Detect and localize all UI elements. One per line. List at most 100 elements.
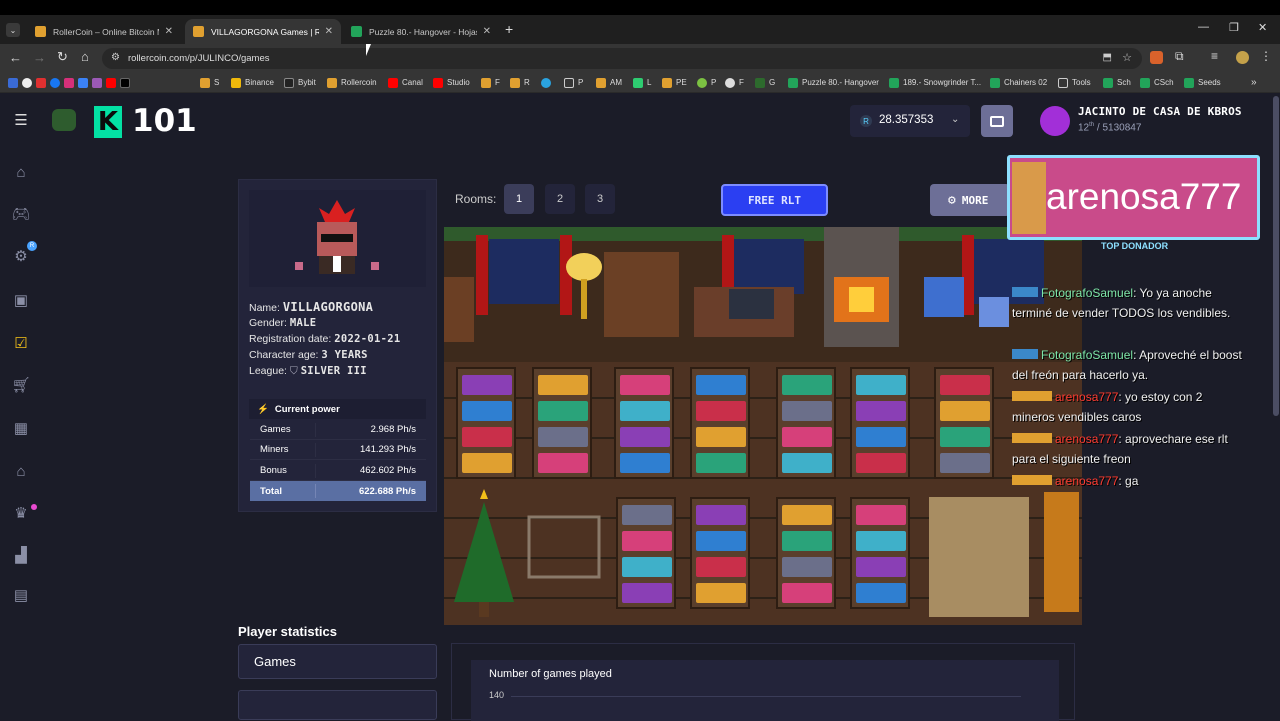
miner-rack-6[interactable] [850,367,910,479]
miner-unit[interactable] [782,505,832,525]
user-avatar[interactable] [1040,106,1070,136]
bookmark-folder-p[interactable]: P [564,76,583,89]
miner-unit[interactable] [782,557,832,577]
cart-icon[interactable]: 🛒︎ [11,376,30,394]
miner-unit[interactable] [782,427,832,447]
miner-unit[interactable] [782,531,832,551]
miner-rack-7[interactable] [934,367,994,479]
miner-unit[interactable] [622,557,672,577]
stats-next-tab[interactable] [238,690,437,720]
miner-unit[interactable] [622,531,672,551]
bookmark-pe[interactable]: PE [662,76,687,89]
username[interactable]: JACINTO DE CASA DE KBROS [1078,105,1242,118]
miner-unit[interactable] [462,427,512,447]
bookmark-telegram[interactable] [541,76,555,89]
miner-unit[interactable] [538,375,588,395]
menu-icon[interactable]: ⋮ [1260,49,1272,63]
bookmark-3-icon[interactable] [36,77,46,88]
miner-unit[interactable] [462,401,512,421]
miner-unit[interactable] [538,427,588,447]
miner-unit[interactable] [782,375,832,395]
bookmark-seeds[interactable]: Seeds [1184,76,1221,89]
miner-unit[interactable] [856,427,906,447]
room-2-button[interactable]: 2 [545,184,575,214]
miner-unit[interactable] [856,453,906,473]
miner-rack-8[interactable] [616,497,676,609]
miner-rack-3[interactable] [614,367,674,479]
bookmark-rollercoin[interactable]: Rollercoin [327,76,377,89]
restore-icon[interactable]: ❐ [1229,21,1239,34]
miner-unit[interactable] [856,557,906,577]
media-icon[interactable]: ≡ [1211,49,1218,63]
miner-unit[interactable] [538,401,588,421]
miner-unit[interactable] [620,375,670,395]
url-field[interactable]: ⚙ rollercoin.com/p/JULINCO/games ⬒ ☆ [102,48,1142,69]
miner-unit[interactable] [782,583,832,603]
home-icon[interactable]: ⌂ [12,163,30,181]
bookmark-csch[interactable]: CSch [1140,76,1174,89]
miner-unit[interactable] [696,583,746,603]
bookmark-snowgrinder[interactable]: 189.- Snowgrinder T... [889,76,981,89]
miner-unit[interactable] [696,453,746,473]
trophy-icon[interactable]: ♛ [12,504,30,522]
room-3-button[interactable]: 3 [585,184,615,214]
miner-rack-2[interactable] [532,367,592,479]
tab-puzzle-hangover[interactable]: Puzzle 80.- Hangover - Hojas de ✕ [343,19,499,44]
miner-unit[interactable] [696,375,746,395]
new-tab-button[interactable]: + [505,21,513,37]
games-tab[interactable]: Games [238,644,437,679]
miner-rack-1[interactable] [456,367,516,479]
miner-unit[interactable] [940,427,990,447]
extension-fox-icon[interactable] [1150,51,1163,64]
miner-unit[interactable] [782,401,832,421]
bookmark-s[interactable]: S [200,76,219,89]
instagram-icon[interactable] [64,77,74,88]
bookmark-chainers[interactable]: Chainers 02 [990,76,1047,89]
extensions-icon[interactable]: ⧉ [1175,49,1184,64]
bookmark-1-icon[interactable] [8,77,18,88]
bookmark-f2[interactable]: F [725,76,744,89]
gamepad-icon[interactable]: 🎮︎ [11,205,30,223]
reload-icon[interactable]: ↻ [57,49,68,65]
page-scrollbar[interactable] [1273,96,1279,416]
bookmark-tools[interactable]: Tools [1058,76,1091,89]
miner-unit[interactable] [940,401,990,421]
miner-unit[interactable] [696,401,746,421]
free-rlt-button[interactable]: FREE RLT [721,184,828,216]
bookmark-2-icon[interactable] [22,77,32,88]
miner-unit[interactable] [856,375,906,395]
miner-unit[interactable] [696,427,746,447]
home-icon[interactable]: ⌂ [81,49,89,64]
room-1-button[interactable]: 1 [504,184,534,214]
bookmark-p2[interactable]: P [697,76,716,89]
miner-unit[interactable] [622,505,672,525]
miner-rack-4[interactable] [690,367,750,479]
close-tab-icon[interactable]: ✕ [483,26,491,37]
factory-icon[interactable]: ▟ [12,546,30,564]
bookmark-am[interactable]: AM [596,76,622,89]
bookmark-puzzle[interactable]: Puzzle 80.- Hangover [788,76,879,89]
miner-rack-10[interactable] [776,497,836,609]
facebook-icon[interactable] [50,77,60,88]
bookmark-f[interactable]: F [481,76,500,89]
back-icon[interactable]: ← [9,50,22,65]
wallet-button[interactable] [981,105,1013,137]
youtube-icon[interactable] [106,77,116,88]
miner-unit[interactable] [538,453,588,473]
miner-unit[interactable] [856,401,906,421]
miner-unit[interactable] [620,401,670,421]
profile-icon[interactable] [1236,51,1249,64]
more-bookmarks-icon[interactable]: » [1251,76,1257,89]
miner-rack-11[interactable] [850,497,910,609]
miner-unit[interactable] [462,375,512,395]
tab-villagorgona-games[interactable]: VILLAGORGONA Games | Roller ✕ [185,19,341,44]
x-icon[interactable] [120,77,130,88]
tab-rollercoin-mining[interactable]: RollerCoin – Online Bitcoin Mining ✕ [27,19,181,44]
miner-unit[interactable] [696,531,746,551]
bookmark-7-icon[interactable] [92,77,102,88]
marketplace-icon[interactable]: ⌂ [12,462,30,480]
miner-unit[interactable] [620,453,670,473]
bookmark-r[interactable]: R [510,76,530,89]
miner-unit[interactable] [940,453,990,473]
miner-unit[interactable] [696,557,746,577]
